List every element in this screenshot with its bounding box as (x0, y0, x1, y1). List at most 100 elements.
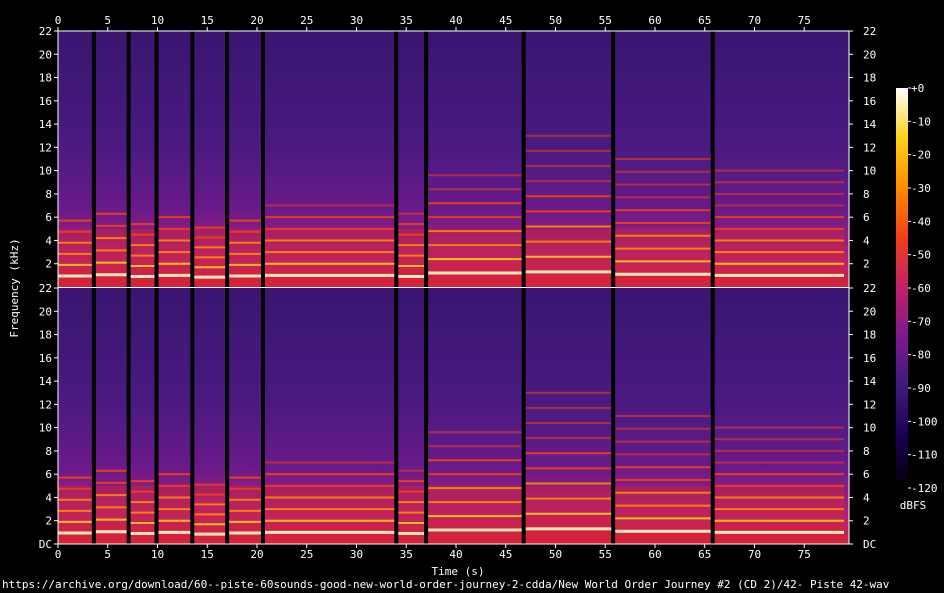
x-tick-label: 25 (300, 548, 313, 561)
silence-gap (521, 288, 526, 544)
segment-energy (523, 228, 614, 287)
silence-gap (424, 31, 429, 287)
y-tick-label: 14 (863, 118, 877, 131)
silence-gap (154, 288, 159, 544)
silence-gap (91, 288, 96, 544)
spectrogram-chart: 0055101015152020252530303535404045455050… (8, 14, 938, 578)
colorbar-tick-label: -80 (911, 349, 931, 362)
colorbar-tick-label: -70 (911, 315, 931, 328)
x-tick-label: 45 (499, 14, 512, 27)
segment-energy (58, 228, 94, 287)
silence-gap (225, 288, 230, 544)
silence-gap (394, 288, 399, 544)
y-tick-label: 2 (863, 515, 870, 528)
y-tick-label: 14 (863, 375, 877, 388)
silence-gap (424, 288, 429, 544)
y-axis-label: Frequency (kHz) (8, 238, 21, 337)
x-tick-label: 50 (549, 548, 562, 561)
y-tick-label: 14 (39, 118, 53, 131)
segment-energy (156, 228, 193, 287)
segment-energy (523, 485, 614, 544)
silence-gap (260, 31, 265, 287)
y-tick-label: 6 (863, 211, 870, 224)
y-tick-label: 12 (39, 398, 52, 411)
silence-gap (190, 31, 195, 287)
x-tick-label: 70 (748, 14, 761, 27)
x-tick-label: 0 (55, 14, 62, 27)
colorbar-scale (896, 88, 908, 488)
y-tick-label: 20 (863, 305, 876, 318)
x-axis-label: Time (s) (432, 565, 485, 578)
y-tick-label: 4 (45, 234, 52, 247)
y-tick-label: 18 (39, 329, 52, 342)
y-tick-label: 18 (863, 329, 876, 342)
silence-gap (260, 288, 265, 544)
x-tick-label: 50 (549, 14, 562, 27)
y-tick-label: 16 (39, 352, 52, 365)
x-tick-label: 30 (350, 14, 363, 27)
x-tick-label: 60 (648, 14, 661, 27)
y-tick-label: 22 (863, 25, 876, 38)
y-tick-label: 22 (39, 25, 52, 38)
y-tick-label: 6 (45, 211, 52, 224)
segment-energy (227, 485, 263, 544)
silence-gap (126, 288, 131, 544)
y-tick-label: 8 (45, 188, 52, 201)
segment-energy (712, 485, 845, 544)
x-tick-label: 10 (151, 548, 164, 561)
silence-gap (190, 288, 195, 544)
silence-gap (225, 31, 230, 287)
segment-energy (426, 485, 524, 544)
x-tick-label: 0 (55, 548, 62, 561)
segment-energy (128, 228, 157, 287)
segment-energy (396, 228, 427, 287)
y-tick-label: 8 (863, 445, 870, 458)
x-tick-label: 75 (798, 14, 811, 27)
y-tick-label: 20 (39, 48, 52, 61)
segment-energy (262, 485, 397, 544)
segment-energy (426, 228, 524, 287)
segment-energy (156, 485, 193, 544)
segment-energy (227, 228, 263, 287)
y-tick-label: 2 (45, 258, 52, 271)
segment-energy (396, 485, 427, 544)
channel-2-plot (58, 288, 849, 544)
y-tick-label: 20 (39, 305, 52, 318)
colorbar-label: dBFS (900, 499, 927, 512)
silence-gap (611, 31, 616, 287)
x-tick-label: 30 (350, 548, 363, 561)
x-tick-label: 60 (648, 548, 661, 561)
y-tick-label: 6 (45, 468, 52, 481)
y-tick-label: 12 (39, 141, 52, 154)
x-tick-label: 75 (798, 548, 811, 561)
x-tick-label: 55 (599, 14, 612, 27)
y-tick-label: 16 (39, 95, 52, 108)
colorbar-tick-label: -120 (911, 482, 938, 495)
y-tick-label: 4 (863, 491, 870, 504)
y-tick-label: 16 (863, 352, 876, 365)
y-tick-label: 2 (45, 515, 52, 528)
silence-gap (611, 288, 616, 544)
y-tick-label: 18 (39, 72, 52, 85)
segment-energy (613, 485, 713, 544)
segment-energy (712, 228, 845, 287)
x-tick-label: 5 (104, 14, 111, 27)
x-tick-label: 40 (449, 14, 462, 27)
y-tick-label: 2 (863, 258, 870, 271)
x-tick-label: 70 (748, 548, 761, 561)
silence-gap (126, 31, 131, 287)
x-tick-label: 35 (400, 548, 413, 561)
y-tick-label: 16 (863, 95, 876, 108)
x-tick-label: 25 (300, 14, 313, 27)
x-tick-label: 40 (449, 548, 462, 561)
y-tick-label: 8 (863, 188, 870, 201)
y-tick-label: 20 (863, 48, 876, 61)
x-tick-label: 5 (104, 548, 111, 561)
y-tick-label: 18 (863, 72, 876, 85)
y-tick-label: 10 (863, 165, 876, 178)
x-tick-label: 65 (698, 14, 711, 27)
y-tick-label: 10 (39, 422, 52, 435)
colorbar-tick-label: +0 (911, 82, 924, 95)
y-tick-label: 10 (39, 165, 52, 178)
colorbar-tick-label: -40 (911, 215, 931, 228)
